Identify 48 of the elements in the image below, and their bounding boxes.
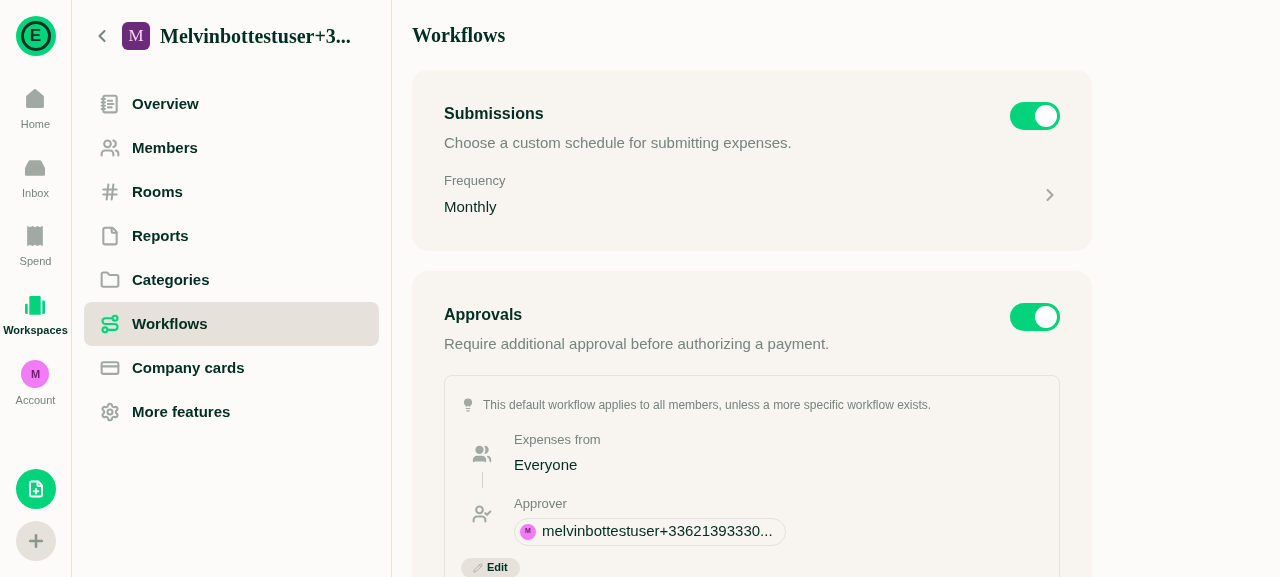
approver-name: melvinbottestuser+33621393330... xyxy=(542,521,773,542)
hash-icon xyxy=(100,182,120,202)
section-description: Require additional approval before authorizing a payment. xyxy=(444,333,830,354)
edit-button[interactable]: Edit xyxy=(461,557,520,577)
workspace-avatar: M xyxy=(122,22,150,50)
add-button[interactable] xyxy=(15,521,56,561)
page-title: Workflows xyxy=(412,23,506,48)
sidebar-item[interactable]: Overview xyxy=(84,82,379,126)
people-icon xyxy=(472,444,492,464)
folder-icon xyxy=(100,270,120,290)
workspace-name: Melvinbottestuser+3... xyxy=(160,24,351,49)
toggle-switch[interactable] xyxy=(1010,102,1060,130)
document-icon xyxy=(100,94,120,114)
rail-tab[interactable]: Spend xyxy=(19,223,52,270)
field-label: Frequency xyxy=(444,171,506,190)
rail-tab[interactable]: Home xyxy=(20,86,51,133)
route-icon xyxy=(100,314,120,334)
sidebar-item[interactable]: Members xyxy=(84,126,379,170)
sidebar-item[interactable]: Rooms xyxy=(84,170,379,214)
rail-tab[interactable]: Inbox xyxy=(22,154,49,201)
receipt-plus-icon xyxy=(26,480,45,498)
file-icon xyxy=(100,226,120,246)
field-value: Everyone xyxy=(514,454,579,475)
sidebar-item[interactable]: More features xyxy=(84,390,379,434)
field-value: Monthly xyxy=(444,197,498,217)
frequency-row[interactable]: Frequency Monthly xyxy=(444,170,1060,219)
logo[interactable]: E xyxy=(15,16,56,56)
sidebar-item[interactable]: Company cards xyxy=(84,346,379,390)
section-title: Submissions xyxy=(444,104,545,124)
sidebar-item[interactable]: Reports xyxy=(84,214,379,258)
gear-icon xyxy=(100,402,120,422)
field-label: Approver xyxy=(514,495,568,513)
avatar: M xyxy=(21,360,50,388)
rail-tab[interactable]: Workspaces xyxy=(3,291,68,338)
sidebar-item[interactable]: Workflows xyxy=(84,302,379,346)
sidebar-item[interactable]: Categories xyxy=(84,258,379,302)
section-description: Choose a custom schedule for submitting expenses. xyxy=(444,133,792,153)
section-title: Approvals xyxy=(444,304,524,325)
user-check-icon xyxy=(472,504,492,524)
rail-tab[interactable]: M Account xyxy=(15,360,56,409)
create-expense-button[interactable] xyxy=(15,469,56,509)
pencil-icon xyxy=(473,562,483,573)
lightbulb-icon xyxy=(461,398,475,412)
toggle-switch[interactable] xyxy=(1010,302,1060,331)
people-icon xyxy=(100,138,120,158)
hint-text: This default workflow applies to all members, unless a more specific workflow exists. xyxy=(483,397,932,414)
field-label: Expenses from xyxy=(514,431,602,449)
card-icon xyxy=(100,358,120,378)
